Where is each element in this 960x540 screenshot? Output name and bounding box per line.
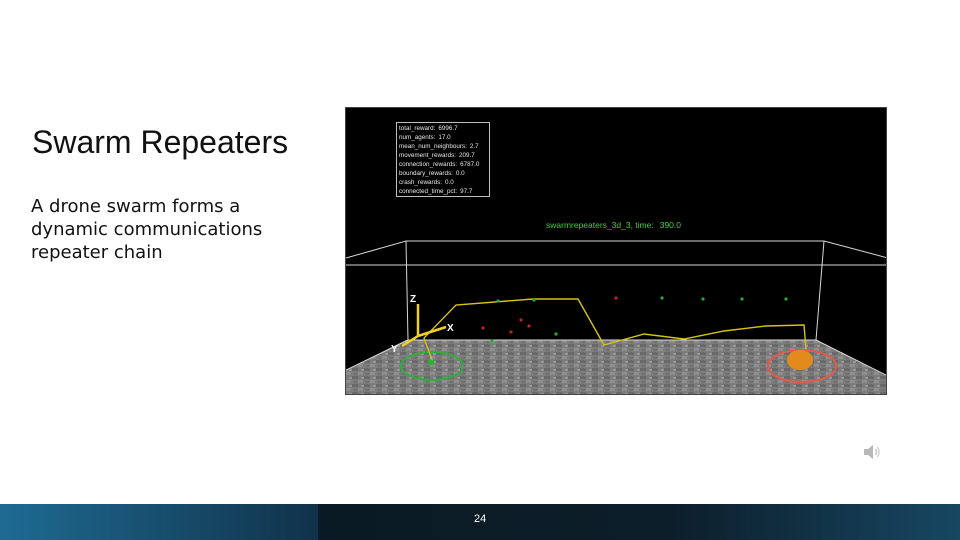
- stat-label: boundary_rewards:: [399, 170, 453, 177]
- stat-label: num_agents:: [399, 134, 436, 141]
- body-line: dynamic communications: [31, 219, 263, 240]
- goal-base: [787, 350, 813, 370]
- stat-row: connected_time_pct: 97.7: [399, 187, 487, 196]
- stat-row: crash_rewards: 0.0: [399, 178, 487, 187]
- stat-label: connection_rewards:: [399, 161, 458, 168]
- stat-row: mean_num_neighbours: 2.7: [399, 142, 487, 151]
- caption-label: swarmrepeaters_3d_3, time:: [546, 220, 654, 230]
- caption-value: 390.0: [659, 220, 681, 230]
- body-line: repeater chain: [31, 242, 163, 263]
- stat-label: connected_time_pct:: [399, 188, 458, 195]
- stats-box: total_reward: 6996.7 num_agents: 17.0 mean…: [396, 122, 490, 197]
- stat-row: connection_rewards: 6787.0: [399, 160, 487, 169]
- simulation-view: Z X Y total_reward: 6996.7 num_agents: 17.…: [345, 107, 887, 395]
- stat-value: 0.0: [445, 179, 454, 186]
- axis-x-label: X: [447, 323, 454, 334]
- stat-value: 0.0: [455, 170, 465, 177]
- body-line: A drone swarm forms a: [31, 196, 241, 217]
- stat-value: 17.0: [438, 134, 451, 141]
- stat-row: boundary_rewards: 0.0: [399, 169, 487, 178]
- speaker-icon[interactable]: [862, 442, 882, 462]
- stat-value: 6996.7: [438, 125, 458, 132]
- stat-label: mean_num_neighbours:: [399, 143, 467, 150]
- axis-y-label: Y: [391, 344, 398, 355]
- simulation-caption: swarmrepeaters_3d_3, time: 390.0: [546, 220, 681, 230]
- slide-body-text: A drone swarm forms a dynamic communicat…: [31, 195, 301, 264]
- stat-label: movement_rewards:: [399, 152, 457, 159]
- page-number: 24: [474, 513, 487, 525]
- axis-z-label: Z: [410, 294, 416, 305]
- stat-value: 97.7: [460, 188, 473, 195]
- stat-label: total_reward:: [399, 125, 436, 132]
- footer-accent: [0, 504, 318, 540]
- start-marker: [428, 359, 434, 365]
- stat-value: 2.7: [469, 143, 479, 150]
- stat-value: 6787.0: [460, 161, 480, 168]
- slide-title: Swarm Repeaters: [32, 124, 289, 160]
- speaker-glyph: [864, 445, 880, 459]
- stat-row: total_reward: 6996.7: [399, 124, 487, 133]
- stat-row: movement_rewards: 209.7: [399, 151, 487, 160]
- agents: [481, 296, 788, 343]
- stat-label: crash_rewards:: [399, 179, 443, 186]
- stat-value: 209.7: [459, 152, 475, 159]
- stat-row: num_agents: 17.0: [399, 133, 487, 142]
